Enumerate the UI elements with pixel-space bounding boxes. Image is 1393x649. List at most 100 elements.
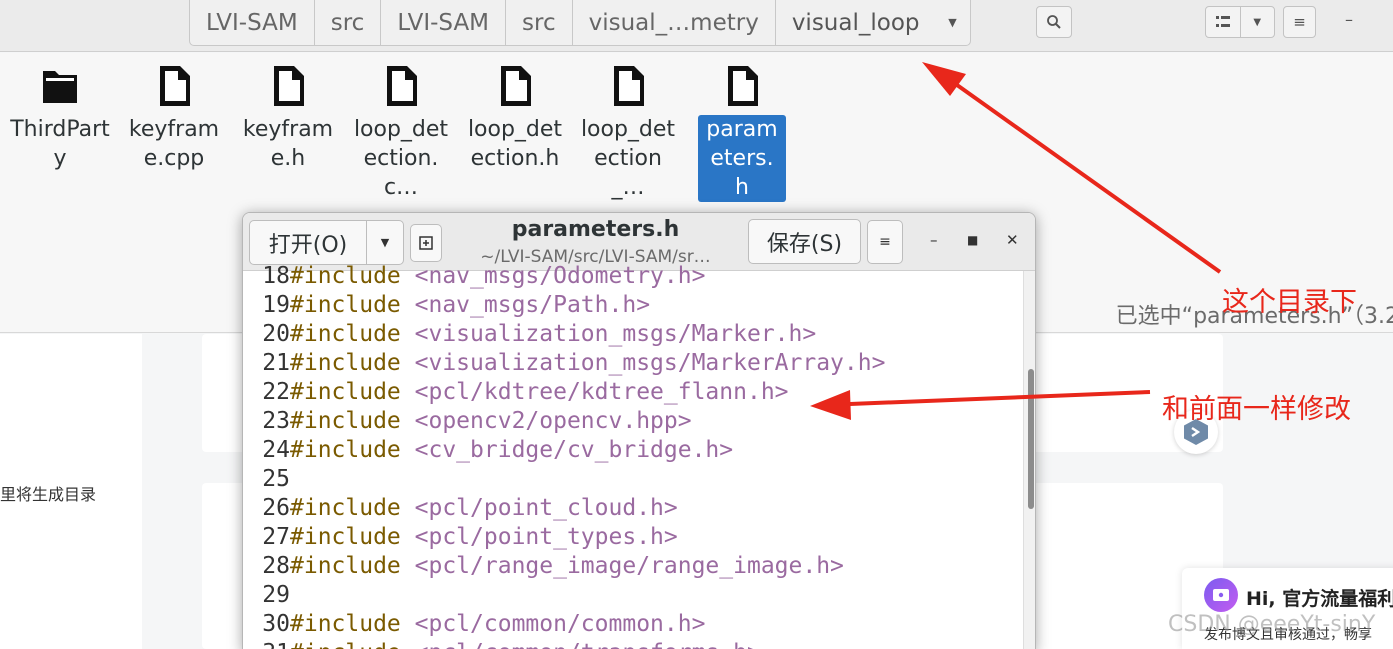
file-manager-header: LVI-SAM src LVI-SAM src visual_…metry vi… [0, 0, 1393, 52]
document-icon [614, 66, 644, 106]
include-keyword: #include [290, 640, 401, 649]
csdn-watermark: CSDN @eeeYt-sinY [1168, 612, 1376, 637]
document-icon [160, 66, 190, 106]
list-view-icon [1206, 7, 1241, 37]
line-number: 26 [262, 495, 290, 521]
line-number: 28 [262, 553, 290, 579]
include-path: <visualization_msgs/MarkerArray.h> [414, 350, 886, 376]
hamburger-icon: ≡ [879, 234, 891, 250]
include-keyword: #include [290, 408, 401, 434]
minimize-icon[interactable]: – [1345, 10, 1353, 29]
include-path: <pcl/kdtree/kdtree_flann.h> [414, 379, 789, 405]
annotation-directory-note: 这个目录下 [1222, 287, 1357, 318]
file-item-parameters-h[interactable]: parameters.h [692, 65, 792, 202]
toc-placeholder-text: 里将生成目录 [0, 485, 97, 504]
line-number: 23 [262, 408, 290, 434]
maximize-icon[interactable]: ■ [967, 233, 978, 247]
file-item-loop-detection-other[interactable]: loop_detection_… [578, 65, 678, 202]
line-number: 22 [262, 379, 290, 405]
path-crumb-src[interactable]: src [315, 0, 382, 45]
notice-title: Hi, 官方流量福利 [1246, 588, 1393, 610]
menu-button[interactable]: ≡ [1283, 6, 1316, 38]
view-toggle-button[interactable]: ▼ [1205, 6, 1275, 38]
path-crumb-src-2[interactable]: src [506, 0, 573, 45]
code-line[interactable]: 18#include <nav_msgs/Odometry.h> [243, 263, 705, 292]
code-line[interactable]: 22#include <pcl/kdtree/kdtree_flann.h> [243, 379, 789, 408]
code-line[interactable]: 27#include <pcl/point_types.h> [243, 524, 678, 553]
include-path: <visualization_msgs/Marker.h> [414, 321, 817, 347]
code-line[interactable]: 24#include <cv_bridge/cv_bridge.h> [243, 437, 733, 466]
file-item-keyframe-cpp[interactable]: keyframe.cpp [124, 65, 224, 173]
line-number: 30 [262, 611, 290, 637]
code-line[interactable]: 30#include <pcl/common/common.h> [243, 611, 705, 640]
scrollbar-thumb[interactable] [1028, 369, 1034, 509]
include-path: <nav_msgs/Odometry.h> [414, 263, 706, 289]
include-keyword: #include [290, 379, 401, 405]
code-line[interactable]: 31#include <pcl/common/transforms.h> [243, 640, 761, 649]
search-icon [1047, 15, 1061, 29]
code-line[interactable]: 28#include <pcl/range_image/range_image.… [243, 553, 844, 582]
line-number: 31 [243, 640, 290, 649]
document-icon [387, 66, 417, 106]
document-icon [501, 66, 531, 106]
notice-avatar [1204, 578, 1238, 612]
view-options-chevron-icon: ▼ [1253, 16, 1262, 28]
code-line[interactable]: 23#include <opencv2/opencv.hpp> [243, 408, 692, 437]
include-keyword: #include [290, 321, 401, 347]
path-crumb-lvi-sam[interactable]: LVI-SAM [190, 0, 315, 45]
path-bar: LVI-SAM src LVI-SAM src visual_…metry vi… [189, 0, 971, 46]
new-tab-icon [419, 236, 433, 250]
code-line[interactable]: 26#include <pcl/point_cloud.h> [243, 495, 678, 524]
code-line[interactable]: 25 [243, 466, 290, 495]
include-path: <opencv2/opencv.hpp> [414, 408, 692, 434]
include-path: <pcl/range_image/range_image.h> [414, 553, 844, 579]
code-line[interactable]: 20#include <visualization_msgs/Marker.h> [243, 321, 816, 350]
close-icon[interactable]: ✕ [1006, 231, 1019, 249]
minimize-icon[interactable]: – [930, 231, 938, 249]
line-number: 21 [262, 350, 290, 376]
open-button[interactable]: 打开(O) [250, 221, 367, 264]
gedit-window: 打开(O) ▼ parameters.h ~/LVI-SAM/src/LVI-S… [242, 212, 1036, 649]
path-crumb-visual-odometry[interactable]: visual_…metry [573, 0, 776, 45]
path-dropdown-icon[interactable]: ▼ [936, 0, 970, 45]
file-item-loop-detection-h[interactable]: loop_detection.h [465, 65, 565, 173]
line-number: 25 [262, 466, 290, 492]
file-item-loop-detection-cpp[interactable]: loop_detection.c… [351, 65, 451, 202]
gedit-menu-button[interactable]: ≡ [867, 220, 903, 264]
include-path: <pcl/common/common.h> [414, 611, 706, 637]
search-button[interactable] [1036, 6, 1072, 38]
path-crumb-lvi-sam-2[interactable]: LVI-SAM [381, 0, 507, 45]
file-item-keyframe-h[interactable]: keyframe.h [238, 65, 338, 173]
document-title: parameters.h [511, 217, 680, 242]
include-keyword: #include [290, 553, 401, 579]
line-number: 27 [262, 524, 290, 550]
line-number: 20 [262, 321, 290, 347]
path-crumb-visual-loop[interactable]: visual_loop [776, 0, 936, 45]
line-number: 29 [262, 582, 290, 608]
vertical-scrollbar[interactable] [1023, 271, 1035, 649]
document-icon [274, 66, 304, 106]
code-line[interactable]: 29 [243, 582, 290, 611]
include-keyword: #include [290, 350, 401, 376]
open-button-group: 打开(O) ▼ [249, 220, 404, 265]
document-icon [728, 66, 758, 106]
line-number: 24 [262, 437, 290, 463]
code-line[interactable]: 19#include <nav_msgs/Path.h> [243, 292, 650, 321]
include-keyword: #include [290, 437, 401, 463]
hamburger-icon: ≡ [1293, 13, 1306, 31]
include-path: <nav_msgs/Path.h> [414, 292, 651, 318]
open-dropdown-icon[interactable]: ▼ [367, 221, 403, 264]
include-keyword: #include [290, 263, 401, 289]
code-editor[interactable]: 18#include <nav_msgs/Odometry.h> 19#inclu… [243, 263, 1023, 649]
include-keyword: #include [290, 292, 401, 318]
include-keyword: #include [290, 524, 401, 550]
line-number: 18 [262, 263, 290, 289]
new-tab-button[interactable] [410, 224, 442, 262]
include-path: <pcl/point_cloud.h> [414, 495, 678, 521]
file-item-thirdparty[interactable]: ThirdParty [10, 65, 110, 173]
save-button[interactable]: 保存(S) [748, 219, 861, 264]
include-path: <pcl/point_types.h> [414, 524, 678, 550]
code-line[interactable]: 21#include <visualization_msgs/MarkerArr… [243, 350, 885, 379]
ticket-icon [1213, 589, 1229, 601]
include-keyword: #include [290, 495, 401, 521]
